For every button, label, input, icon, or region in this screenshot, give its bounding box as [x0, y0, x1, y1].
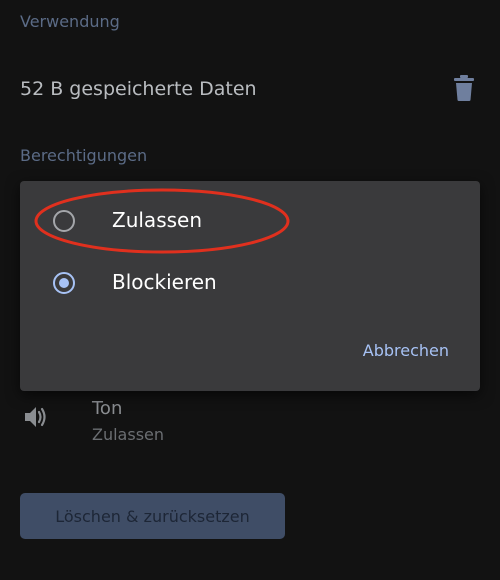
clear-and-reset-button[interactable]: Löschen & zurücksetzen	[20, 493, 285, 539]
sound-permission-value: Zulassen	[92, 425, 165, 444]
sound-permission-title[interactable]: Ton	[92, 398, 122, 419]
option-allow-label: Zulassen	[112, 208, 203, 232]
permissions-section-header: Berechtigungen	[20, 146, 148, 165]
site-settings-screen: Verwendung 52 B gespeicherte Daten Berec…	[0, 0, 500, 580]
radio-checked-icon[interactable]	[53, 272, 75, 294]
option-block-label: Blockieren	[112, 270, 217, 294]
option-allow[interactable]: Zulassen	[20, 194, 480, 250]
delete-data-button[interactable]	[452, 74, 476, 102]
cancel-button[interactable]: Abbrechen	[363, 341, 449, 360]
usage-section-header: Verwendung	[20, 12, 120, 31]
speaker-icon	[22, 403, 50, 431]
radio-unchecked-icon[interactable]	[53, 210, 75, 232]
stored-data-text: 52 B gespeicherte Daten	[20, 78, 257, 100]
trash-icon	[454, 75, 474, 101]
option-block[interactable]: Blockieren	[20, 256, 480, 312]
permission-dialog: Zulassen Blockieren Abbrechen	[20, 181, 480, 391]
